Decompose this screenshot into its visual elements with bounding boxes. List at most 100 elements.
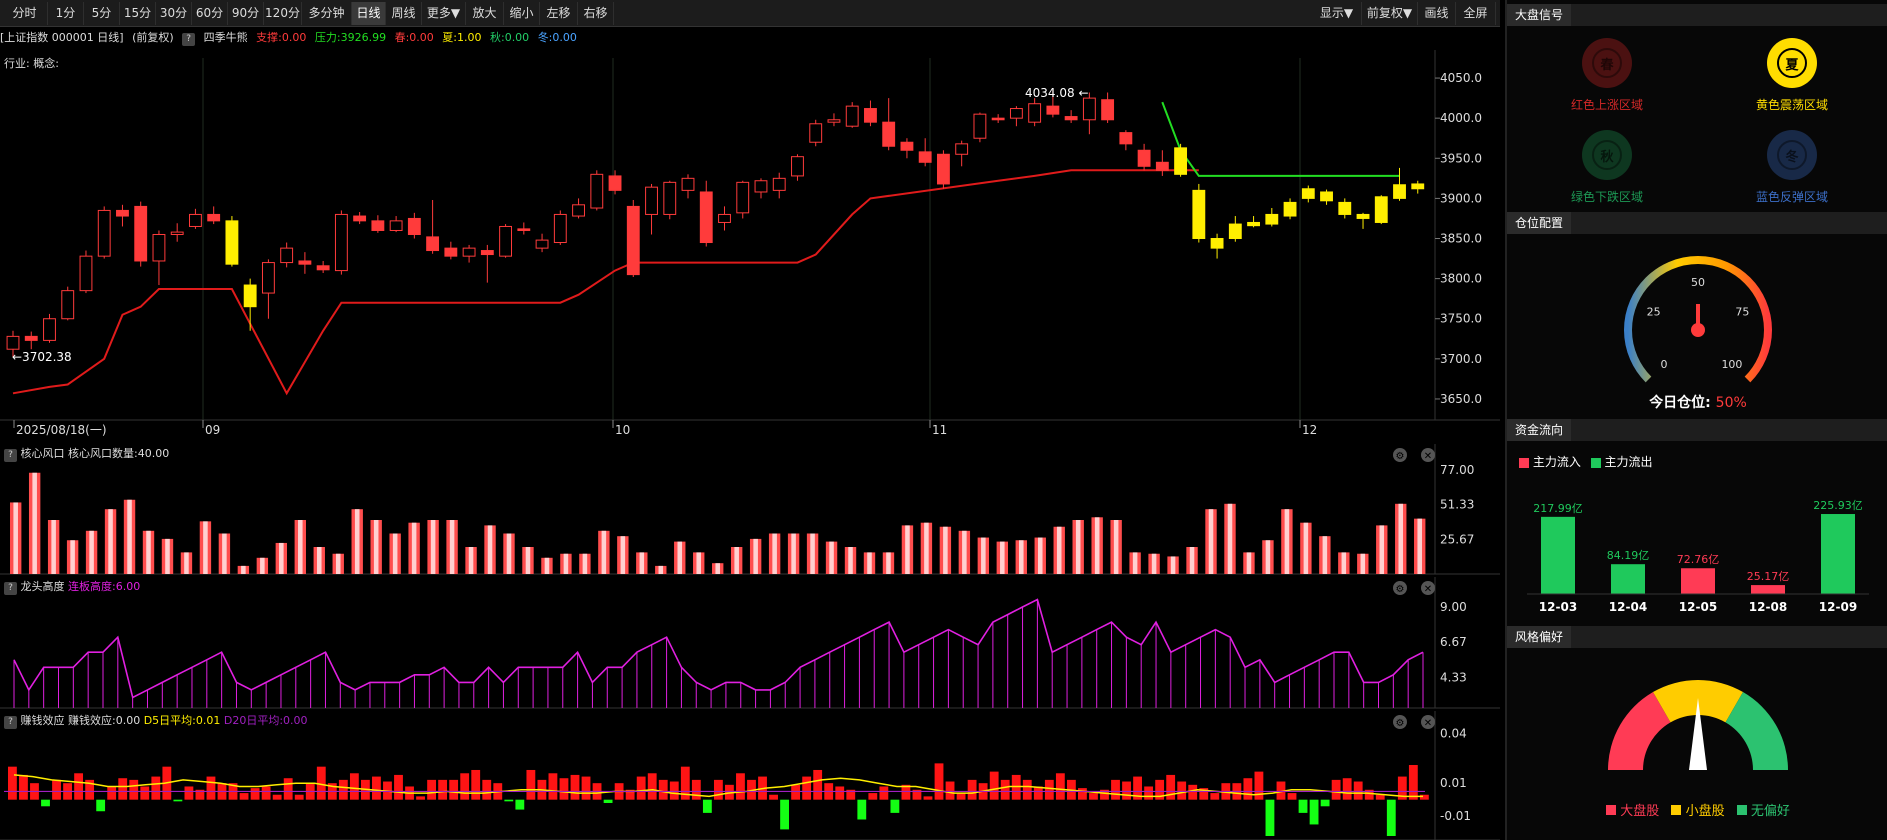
fengkou-bar-highlight — [1417, 518, 1422, 574]
settings-icon[interactable]: ⚙ — [1393, 448, 1407, 462]
zhuanqian-bar — [1078, 788, 1087, 800]
position-readout: 今日仓位: 50% — [1507, 392, 1887, 412]
zhuanqian-bar — [239, 793, 249, 800]
zhuanqian-bar — [515, 799, 525, 810]
fengkou-bar — [161, 538, 174, 574]
zhuanqian-bar — [967, 779, 977, 800]
zhuanqian-panel-header: ? 赚钱效应 赚钱效应:0.00 D5日平均:0.01 D20日平均:0.00 — [4, 711, 308, 730]
zhuanqian-bar — [294, 794, 304, 800]
fengkou-bar-highlight — [373, 520, 379, 574]
candle-body — [189, 213, 202, 227]
position-tab[interactable]: 仓位配置 — [1507, 212, 1572, 234]
candle-body — [1356, 213, 1370, 219]
fengkou-bar — [579, 553, 591, 574]
style-gauge — [1608, 680, 1788, 770]
fengkou-bar — [1034, 537, 1046, 574]
season-badge-inner: 夏 — [1777, 48, 1807, 78]
fengkou-bar-highlight — [108, 509, 113, 574]
zhuanqian-bar — [1055, 773, 1065, 800]
flow-tab[interactable]: 资金流向 — [1507, 419, 1572, 441]
close-icon[interactable]: ✕ — [1421, 448, 1435, 462]
longtou-label: 连板高度:6.00 — [68, 580, 141, 593]
fengkou-bar — [1205, 509, 1217, 574]
zhuanqian-bar — [802, 776, 812, 800]
zhuanqian-bar — [482, 779, 492, 800]
close-icon[interactable]: ✕ — [1421, 581, 1435, 595]
zhuanqian-y-label: 0.01 — [1440, 776, 1467, 790]
fengkou-bar — [977, 537, 990, 574]
candle-body — [791, 156, 804, 177]
close-icon[interactable]: ✕ — [1421, 715, 1435, 729]
y-tick-label: 3650.0 — [1440, 392, 1482, 406]
fengkou-bar — [1300, 522, 1312, 574]
fengkou-bar — [882, 552, 895, 574]
signal-section-header: 大盘信号 — [1507, 4, 1887, 26]
candle-body — [1247, 221, 1260, 227]
season-signal-0: 春红色上涨区域 — [1552, 38, 1662, 113]
help-icon[interactable]: ? — [4, 449, 17, 462]
fengkou-bar-highlight — [715, 563, 720, 574]
candle-body — [43, 318, 56, 341]
zhuanqian-bar — [349, 773, 359, 800]
fengkou-bar — [655, 565, 667, 574]
fengkou-bar-highlight — [563, 553, 569, 574]
style-tab[interactable]: 风格偏好 — [1507, 626, 1572, 648]
fengkou-bar-highlight — [1341, 552, 1347, 574]
candle-body — [261, 262, 275, 294]
gauge-tick-label: 25 — [1647, 306, 1661, 319]
zhuanqian-bar — [504, 799, 514, 802]
fengkou-bar-highlight — [696, 552, 702, 574]
flow-bar — [1611, 564, 1645, 594]
candle-body — [170, 231, 184, 235]
candle-body — [298, 260, 312, 265]
settings-icon[interactable]: ⚙ — [1393, 715, 1407, 729]
position-section-header: 仓位配置 — [1507, 212, 1887, 234]
season-label: 蓝色反弹区域 — [1755, 190, 1828, 204]
fengkou-bar — [180, 552, 193, 574]
candle-body — [1265, 213, 1279, 225]
candle-body — [973, 113, 987, 139]
settings-glyph: ⚙ — [1396, 584, 1405, 595]
style-legend: 大盘股 小盘股 无偏好 — [1507, 800, 1887, 819]
candle-body — [864, 108, 877, 123]
x-tick-label: 09 — [205, 423, 220, 437]
candle-body — [1411, 183, 1425, 190]
help-icon[interactable]: ? — [4, 716, 17, 729]
zhuanqian-bar — [1309, 799, 1319, 825]
help-icon[interactable]: ? — [4, 582, 17, 595]
flow-date-label: 12-04 — [1609, 600, 1647, 614]
zhuanqian-bar — [1177, 781, 1187, 800]
candle-body — [936, 153, 950, 185]
fengkou-bar — [1357, 553, 1369, 574]
fengkou-bar — [958, 530, 971, 574]
zhuanqian-bar — [471, 769, 481, 800]
fengkou-bar-highlight — [241, 565, 246, 574]
candle-body — [152, 233, 166, 262]
zhuanqian-bar — [868, 793, 878, 800]
zhuanqian-bar — [570, 774, 580, 800]
candle-body — [845, 105, 859, 127]
fengkou-bar-highlight — [354, 509, 360, 574]
flow-value-label: 25.17亿 — [1747, 570, 1790, 583]
zhuanqian-bar — [1111, 779, 1120, 800]
fengkou-bar-highlight — [829, 541, 834, 574]
signal-tab[interactable]: 大盘信号 — [1507, 4, 1572, 26]
flow-bar — [1751, 585, 1785, 594]
zhuanqian-bar — [691, 779, 701, 800]
fengkou-bar — [503, 533, 515, 574]
fengkou-bar — [901, 525, 914, 574]
close-glyph: ✕ — [1424, 584, 1432, 595]
season-badge-icon: 秋 — [1582, 130, 1632, 180]
zhuanqian-bar — [250, 788, 260, 800]
fengkou-bar — [142, 530, 155, 574]
fengkou-bar-highlight — [1132, 552, 1138, 574]
candle-body — [79, 255, 93, 292]
fengkou-bar — [370, 520, 382, 574]
fengkou-bar — [1319, 536, 1331, 574]
fengkou-bar-highlight — [392, 533, 398, 574]
fengkou-bar — [939, 526, 952, 574]
zhuanqian-title: 赚钱效应 — [20, 714, 65, 727]
fengkou-panel-header: ? 核心风口 核心风口数量:40.00 — [4, 444, 169, 463]
settings-icon[interactable]: ⚙ — [1393, 581, 1407, 595]
zhuanqian-bar — [647, 773, 657, 800]
